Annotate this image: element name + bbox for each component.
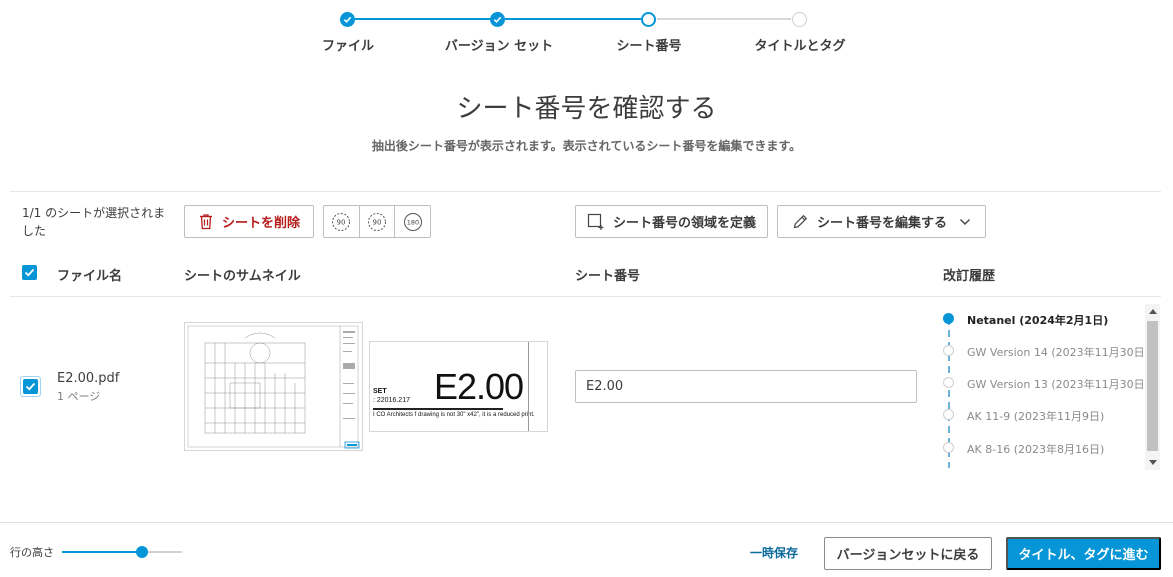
svg-text:90: 90	[373, 218, 382, 226]
column-header-sheet-number[interactable]: シート番号	[575, 265, 640, 284]
svg-text:90: 90	[337, 218, 346, 226]
column-header-file-name[interactable]: ファイル名	[57, 265, 122, 284]
save-draft-link[interactable]: 一時保存	[750, 544, 798, 561]
preview-note: I CO Architects f drawing is not 30" x42…	[373, 412, 535, 418]
check-icon	[25, 382, 36, 391]
row-file-name: E2.00.pdf	[57, 371, 120, 386]
rotate-ccw-90-button[interactable]: 90	[324, 206, 360, 237]
revision-dot-icon	[943, 345, 954, 356]
footer-divider	[0, 522, 1173, 523]
row-height-slider[interactable]	[62, 551, 182, 553]
progress-stepper: ファイル バージョン セット シート番号 タイトルとタグ	[300, 10, 860, 80]
rotate-180-button[interactable]: 180	[395, 206, 430, 237]
column-header-thumbnail: シートのサムネイル	[184, 269, 301, 284]
svg-text:180: 180	[406, 218, 418, 226]
preview-set-label: SET	[373, 388, 387, 395]
revision-label: GW Version 13 (2023年11月30日)	[967, 378, 1149, 391]
revision-dot-icon	[943, 313, 954, 324]
scroll-up-arrow-icon[interactable]	[1149, 309, 1157, 314]
sheet-number-preview: E2.00 SET : 22016.217 I CO Architects f …	[369, 341, 548, 432]
revision-item[interactable]: AK 11-9 (2023年11月9日)	[935, 406, 1145, 426]
step-1-check-icon	[340, 12, 355, 27]
edit-sheet-number-label: シート番号を編集する	[816, 216, 947, 231]
rotate-button-group: 90 90 180	[323, 205, 431, 238]
stepper-line-1	[355, 18, 490, 20]
divider	[10, 191, 1161, 192]
row-checkbox-box	[23, 379, 38, 394]
rotate-cw-90-button[interactable]: 90	[360, 206, 396, 237]
row-page-count: 1 ページ	[57, 390, 101, 403]
chevron-down-icon	[960, 218, 970, 225]
step-label-version-set: バージョン セット	[444, 39, 554, 54]
divider	[10, 296, 1161, 297]
revision-label: AK 8-16 (2023年8月16日)	[967, 443, 1105, 456]
step-label-sheet-number: シート番号	[616, 39, 682, 54]
sheet-thumbnail[interactable]	[184, 322, 363, 451]
preview-sheet-number: E2.00	[434, 366, 524, 407]
trash-icon	[199, 214, 212, 230]
revision-dot-icon	[943, 442, 954, 453]
edit-sheet-number-button[interactable]: シート番号を編集する	[777, 205, 986, 238]
page-title: シート番号を確認する	[456, 94, 717, 124]
column-header-revision-history: 改訂履歴	[943, 269, 996, 284]
sheet-number-input[interactable]	[575, 370, 917, 403]
preview-border	[528, 342, 529, 431]
drawing-thumbnail-image	[187, 325, 360, 449]
step-label-files: ファイル	[321, 39, 374, 54]
revision-item[interactable]: Netanel (2024年2月1日)	[935, 310, 1145, 330]
revision-scrollbar[interactable]	[1145, 304, 1160, 470]
scroll-down-arrow-icon[interactable]	[1149, 460, 1157, 465]
revision-label: Netanel (2024年2月1日)	[967, 314, 1109, 327]
rotate-180-icon: 180	[403, 212, 422, 231]
step-4-pending-icon	[792, 12, 807, 27]
row-height-slider-fill	[62, 551, 143, 553]
revision-item[interactable]: AK 8-16 (2023年8月16日)	[935, 439, 1145, 459]
stepper-line-2	[505, 18, 641, 20]
preview-project-number: : 22016.217	[373, 397, 410, 404]
row-height-slider-handle[interactable]	[136, 546, 149, 558]
preview-rule	[373, 408, 503, 410]
row-height-label: 行の高さ	[10, 546, 54, 559]
step-label-title-tags: タイトルとタグ	[754, 39, 846, 54]
rotate-cw-icon: 90	[368, 212, 386, 231]
row-checkbox[interactable]	[20, 376, 41, 397]
page-subtitle: 抽出後シート番号が表示されます。表示されているシート番号を編集できます。	[371, 139, 802, 153]
delete-sheet-button[interactable]: シートを削除	[184, 205, 314, 238]
revision-dot-icon	[943, 409, 954, 420]
revision-history-list: Netanel (2024年2月1日) GW Version 14 (2023年…	[935, 304, 1160, 470]
region-select-icon	[587, 213, 604, 230]
revision-item[interactable]: GW Version 13 (2023年11月30日)	[935, 374, 1149, 394]
check-icon	[24, 268, 35, 277]
stepper-line-3	[657, 18, 791, 20]
step-3-current-icon	[641, 12, 656, 27]
define-region-label: シート番号の領域を定義	[612, 216, 756, 231]
rotate-ccw-icon: 90	[332, 212, 351, 231]
revision-item[interactable]: GW Version 14 (2023年11月30日)	[935, 342, 1149, 362]
revision-label: AK 11-9 (2023年11月9日)	[967, 410, 1105, 423]
next-title-tags-button[interactable]: タイトル、タグに進む	[1006, 537, 1161, 570]
delete-sheet-label: シートを削除	[221, 216, 300, 231]
back-to-version-set-button[interactable]: バージョンセットに戻る	[824, 537, 992, 570]
define-region-button[interactable]: シート番号の領域を定義	[575, 205, 768, 238]
select-all-checkbox[interactable]	[22, 265, 37, 280]
step-2-check-icon	[490, 12, 505, 27]
scrollbar-thumb[interactable]	[1147, 321, 1158, 451]
selection-count: 1/1 のシートが選択されました	[22, 206, 166, 238]
revision-dot-icon	[943, 377, 954, 388]
revision-label: GW Version 14 (2023年11月30日)	[967, 346, 1149, 359]
pencil-icon	[793, 214, 808, 229]
